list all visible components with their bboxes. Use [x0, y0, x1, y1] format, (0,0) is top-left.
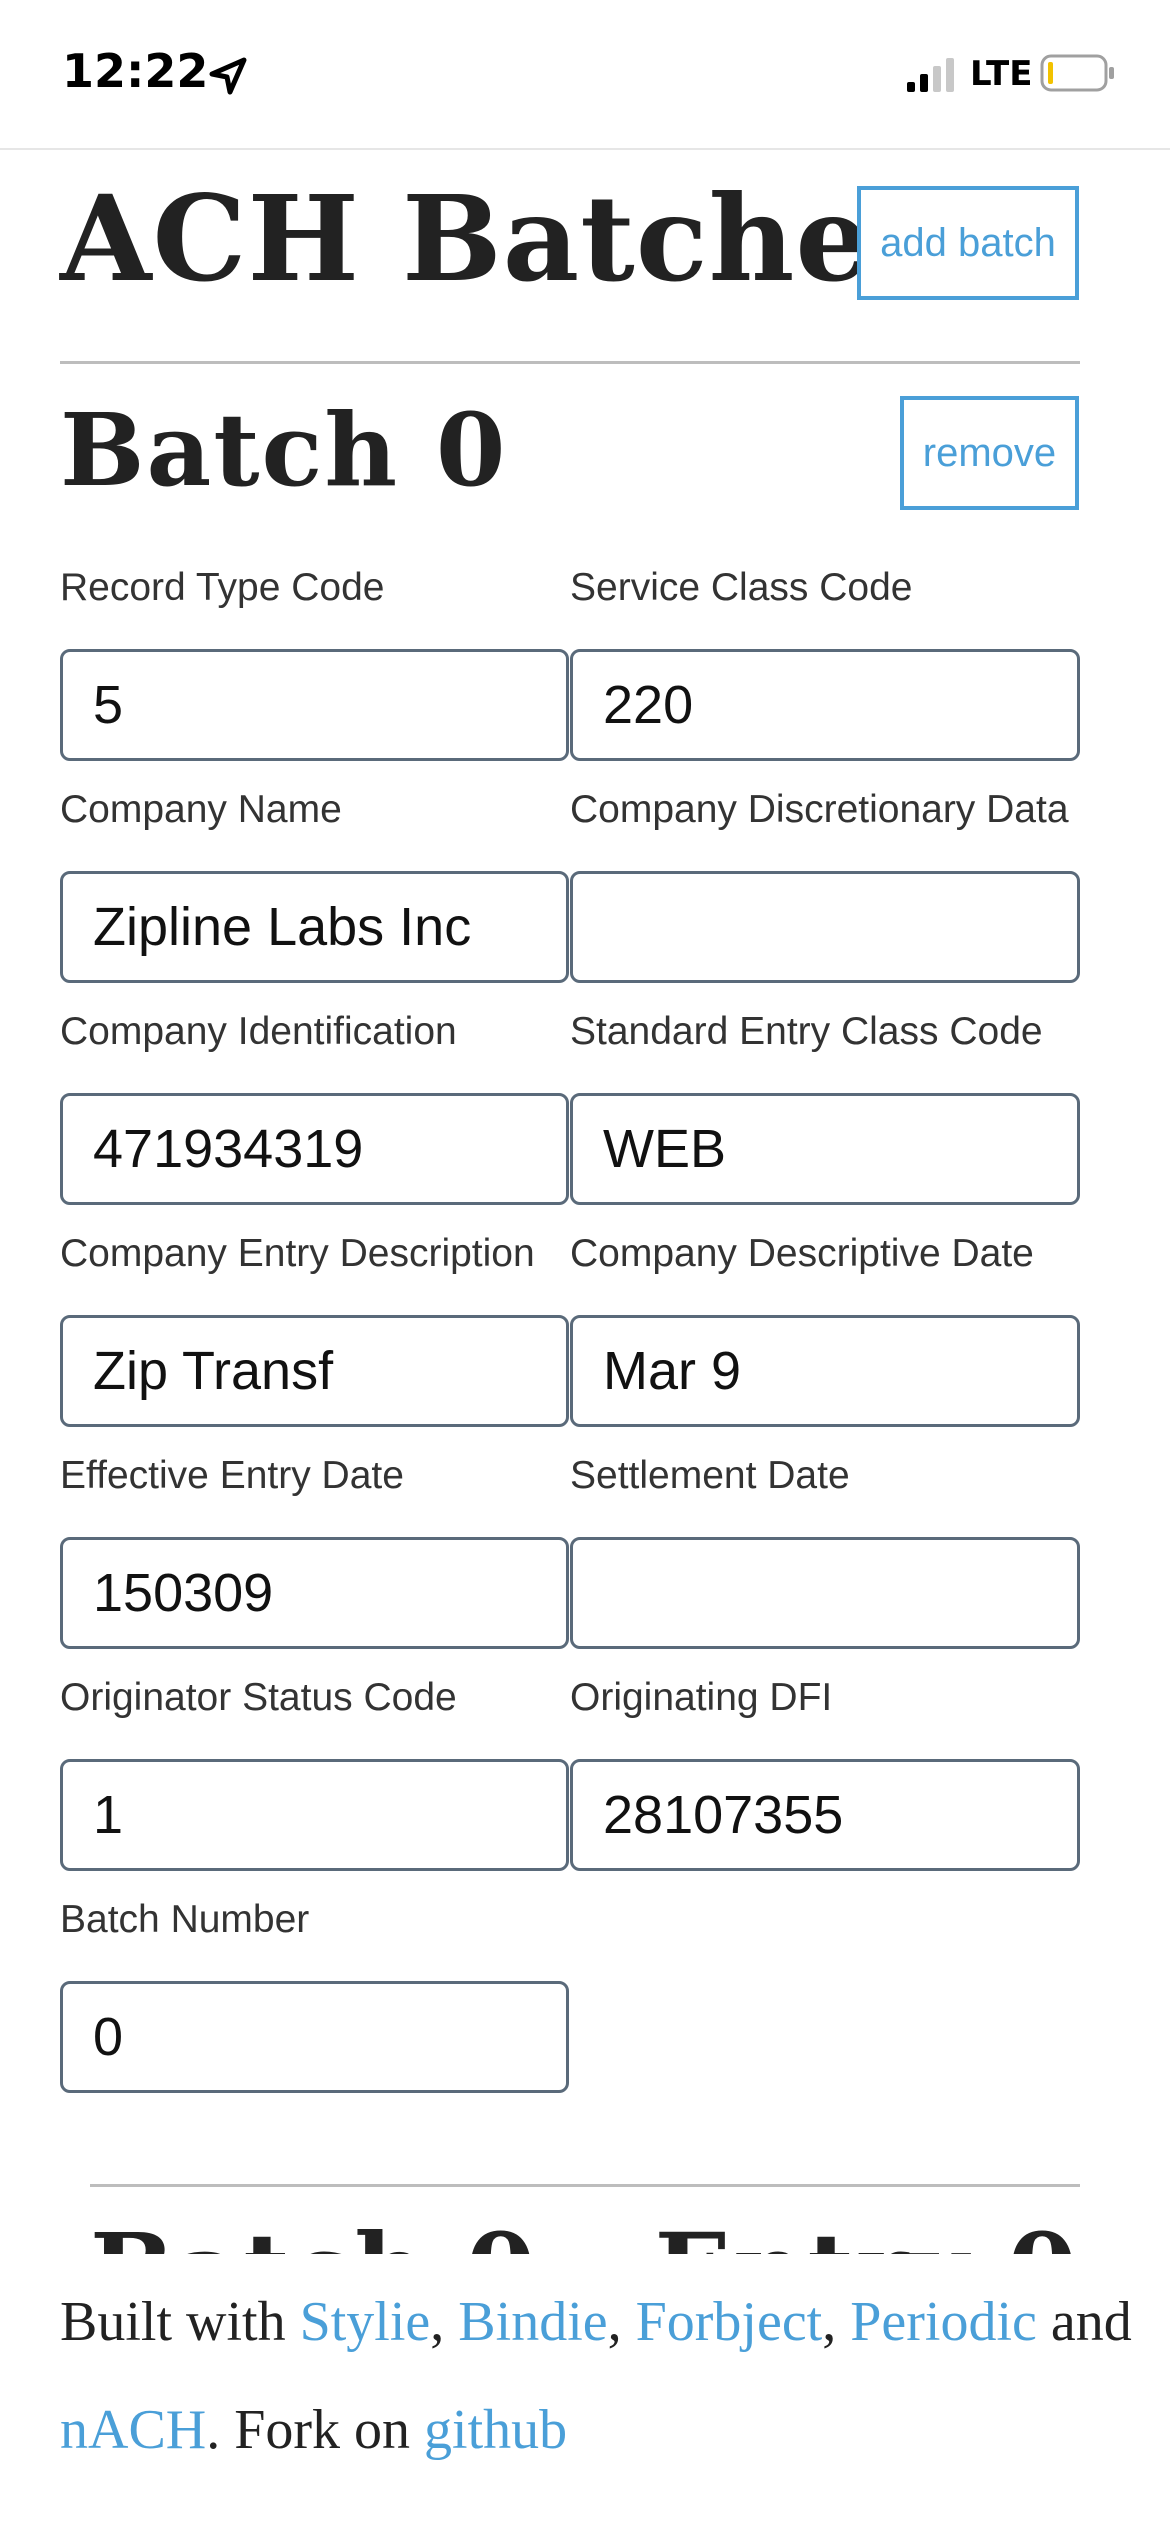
footer-fork-text: . Fork on — [206, 2399, 411, 2461]
originating-dfi-input[interactable] — [570, 1759, 1080, 1871]
settlement-date-label: Settlement Date — [570, 1454, 850, 1497]
stylie-link[interactable]: Stylie — [300, 2291, 431, 2353]
next-section-clip: Batch 0 - Entry 0 — [90, 2220, 1090, 2254]
company-descriptive-date-label: Company Descriptive Date — [570, 1232, 1034, 1275]
bindie-link[interactable]: Bindie — [458, 2291, 607, 2353]
effective-entry-date-input[interactable] — [60, 1537, 569, 1649]
forbject-link[interactable]: Forbject — [636, 2291, 823, 2353]
divider — [90, 2184, 1080, 2187]
footer: Built with Stylie, Bindie, Forbject, Per… — [60, 2268, 1170, 2532]
add-batch-button[interactable]: add batch — [857, 186, 1079, 300]
github-link[interactable]: github — [424, 2399, 567, 2461]
footer-and: and — [1050, 2291, 1132, 2353]
battery-icon — [1040, 54, 1114, 92]
originating-dfi-label: Originating DFI — [570, 1676, 833, 1719]
periodic-link[interactable]: Periodic — [850, 2291, 1037, 2353]
footer-built-with: Built with — [60, 2291, 286, 2353]
effective-entry-date-label: Effective Entry Date — [60, 1454, 404, 1497]
originator-status-code-input[interactable] — [60, 1759, 569, 1871]
entry-heading: Batch 0 - Entry 0 — [90, 2220, 1090, 2254]
service-class-code-input[interactable] — [570, 649, 1080, 761]
batch-number-label: Batch Number — [60, 1898, 310, 1941]
company-entry-description-input[interactable] — [60, 1315, 569, 1427]
originator-status-code-label: Originator Status Code — [60, 1676, 457, 1719]
divider — [60, 361, 1080, 364]
signal-icon — [907, 58, 954, 92]
footer-line-1: Built with Stylie, Bindie, Forbject, Per… — [60, 2291, 1132, 2353]
record-type-code-label: Record Type Code — [60, 566, 385, 609]
company-identification-input[interactable] — [60, 1093, 569, 1205]
nach-link[interactable]: nACH — [60, 2399, 206, 2461]
status-bar: 12:22 LTE — [0, 0, 1170, 150]
footer-line-2: nACH. Fork on github — [60, 2376, 1170, 2484]
batch-title: Batch 0 — [60, 391, 508, 509]
company-entry-description-label: Company Entry Description — [60, 1232, 535, 1275]
company-name-input[interactable] — [60, 871, 569, 983]
company-name-label: Company Name — [60, 788, 342, 831]
remove-batch-button[interactable]: remove — [900, 396, 1079, 510]
standard-entry-class-code-input[interactable] — [570, 1093, 1080, 1205]
company-discretionary-data-input[interactable] — [570, 871, 1080, 983]
location-arrow-icon — [209, 57, 247, 95]
company-descriptive-date-input[interactable] — [570, 1315, 1080, 1427]
settlement-date-input[interactable] — [570, 1537, 1080, 1649]
status-time: 12:22 — [62, 44, 209, 98]
company-identification-label: Company Identification — [60, 1010, 457, 1053]
batch-number-input[interactable] — [60, 1981, 569, 2093]
service-class-code-label: Service Class Code — [570, 566, 913, 609]
record-type-code-input[interactable] — [60, 649, 569, 761]
company-discretionary-data-label: Company Discretionary Data — [570, 788, 1069, 831]
network-type: LTE — [970, 54, 1033, 94]
page-title: ACH Batches — [60, 169, 939, 308]
standard-entry-class-code-label: Standard Entry Class Code — [570, 1010, 1043, 1053]
